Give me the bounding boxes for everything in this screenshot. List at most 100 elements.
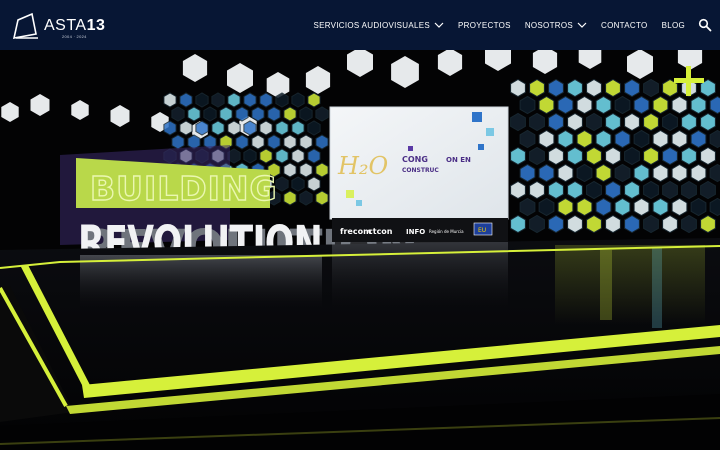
sponsor-1: frecom (340, 227, 371, 236)
screen-line1: CONG (402, 155, 428, 164)
hex-panel (567, 180, 583, 200)
hex-panel (614, 129, 631, 149)
hex-panel (538, 197, 555, 217)
screen-line3: CONSTRUC (402, 167, 439, 174)
sponsor-3: INFO (406, 228, 425, 236)
hex-panel (315, 106, 329, 122)
hex-panel (624, 78, 640, 98)
hex-panel (211, 92, 225, 108)
hex-panel (307, 148, 321, 164)
hex-panel (529, 180, 545, 200)
hex-panel (211, 120, 225, 136)
hex-panel (652, 129, 669, 149)
main-nav: SERVICIOS AUDIOVISUALES PROYECTOS NOSOTR… (313, 0, 720, 50)
hex-panel (567, 112, 583, 132)
hex-panel (662, 214, 678, 234)
hex-panel (652, 95, 669, 115)
hex-panel (291, 120, 305, 136)
nav-item-label: SERVICIOS AUDIOVISUALES (313, 20, 431, 30)
site-header: ASTA13 2004 · 2024 SERVICIOS AUDIOVISUAL… (0, 0, 720, 50)
hex-panel (662, 180, 678, 200)
nav-item-proyectos[interactable]: PROYECTOS (458, 21, 511, 30)
hex-panel (690, 197, 707, 217)
hex-panel (243, 92, 257, 108)
hex-panel (307, 92, 321, 108)
sponsor-4: Región de Murcia (429, 229, 464, 234)
hex-panel (519, 95, 536, 115)
hex-panel (299, 162, 313, 178)
nav-item-servicios-audiovisuales[interactable]: SERVICIOS AUDIOVISUALES (313, 21, 444, 30)
hex-panel (548, 78, 564, 98)
hex-panel (275, 92, 289, 108)
hex-panel (291, 148, 305, 164)
nav-item-label: CONTACTO (601, 20, 648, 30)
hex-panel (275, 120, 289, 136)
hex-panel (586, 180, 602, 200)
hex-panel (567, 78, 583, 98)
sign-top-text: BUILDING (90, 169, 278, 208)
hex-panel (557, 95, 574, 115)
hex-panel (529, 214, 545, 234)
hex-panel (267, 106, 281, 122)
nav-item-blog[interactable]: BLOG (662, 21, 685, 30)
nav-item-label: BLOG (661, 20, 685, 30)
hex-panel (243, 148, 257, 164)
hex-panel (548, 180, 564, 200)
hex-panel (567, 214, 583, 234)
hex-panel (671, 197, 688, 217)
hex-panel (510, 214, 526, 234)
hex-panel (548, 112, 564, 132)
hex-panel (690, 95, 707, 115)
hex-panel (624, 112, 640, 132)
nav-item-contacto[interactable]: CONTACTO (601, 21, 648, 30)
hex-panel (171, 134, 185, 150)
hex-panel (576, 197, 593, 217)
hex-panel (614, 95, 631, 115)
hex-panel (519, 197, 536, 217)
hex-panel (662, 112, 678, 132)
nav-item-label: NOSOTROS (524, 20, 573, 30)
hex-panel (605, 112, 621, 132)
hex-panel (251, 134, 265, 150)
hex-panel (519, 129, 536, 149)
hex-panel (315, 190, 329, 206)
hex-panel (275, 176, 289, 192)
hex-panel (291, 176, 305, 192)
hex-panel (671, 129, 688, 149)
hex-panel (681, 214, 697, 234)
nav-item-nosotros[interactable]: NOSOTROS (525, 21, 587, 30)
hex-panel (299, 190, 313, 206)
hex-panel (299, 106, 313, 122)
hex-panel (163, 120, 177, 136)
hex-panel (179, 92, 193, 108)
hex-panel (227, 120, 241, 136)
hex-panel (195, 120, 209, 136)
hex-panel (529, 78, 545, 98)
hex-panel (235, 134, 249, 150)
hex-panel (624, 180, 640, 200)
hex-panel (614, 197, 631, 217)
hex-panel (662, 146, 678, 166)
hex-panel (548, 146, 564, 166)
hex-panel (557, 197, 574, 217)
search-icon[interactable] (698, 18, 712, 32)
hex-panel (283, 134, 297, 150)
hex-panel (219, 106, 233, 122)
hex-panel (529, 112, 545, 132)
hex-panel (259, 92, 273, 108)
hex-panel (586, 214, 602, 234)
hex-panel (624, 146, 640, 166)
brand-name: ASTA13 (44, 17, 106, 34)
chevron-down-icon (434, 22, 444, 28)
hex-panel (519, 163, 536, 183)
hex-panel (538, 163, 555, 183)
hex-panel (624, 214, 640, 234)
hex-panel (605, 146, 621, 166)
hex-panel (643, 180, 659, 200)
hex-panel (681, 146, 697, 166)
hex-panel (510, 78, 526, 98)
hex-panel (283, 162, 297, 178)
sponsor-bar: frecom ctcon INFO Región de Murcia EU (332, 218, 508, 242)
hex-panel (557, 129, 574, 149)
hex-panel (671, 163, 688, 183)
